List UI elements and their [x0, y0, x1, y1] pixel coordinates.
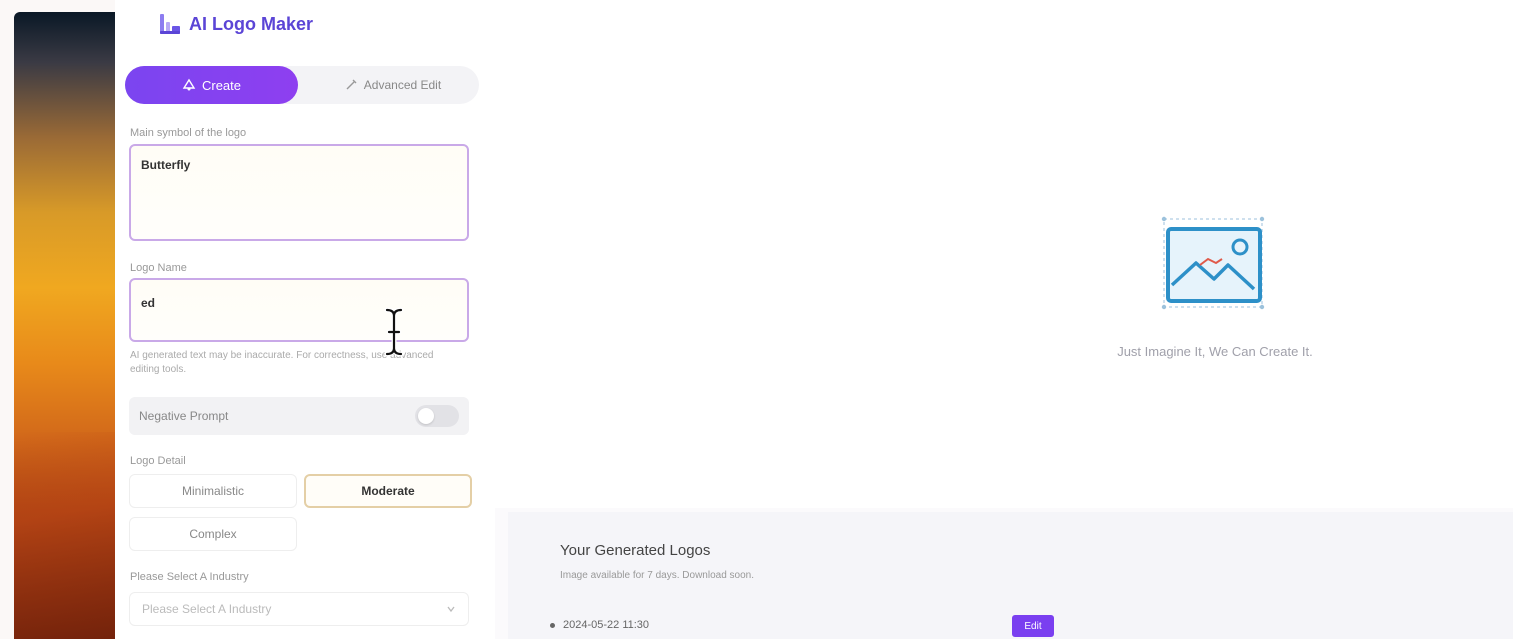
create-tab[interactable]: Create — [125, 66, 298, 104]
create-label: Create — [201, 77, 242, 93]
negative-prompt-row: Negative Prompt — [129, 397, 469, 435]
desktop-wallpaper — [14, 12, 115, 639]
generated-title: Your Generated Logos — [560, 542, 711, 559]
detail-option-minimalistic[interactable]: Minimalistic — [129, 474, 297, 508]
generated-logos-panel: Your Generated Logos Image available for… — [508, 512, 1513, 639]
subject-textarea[interactable]: Butterfly — [129, 144, 469, 241]
toggle-knob — [418, 408, 434, 424]
detail-option-moderate[interactable]: Moderate — [304, 474, 472, 508]
hint-text: AI generated text may be inaccurate. For… — [130, 350, 434, 375]
mode-toggle: Create Advanced Edit — [125, 66, 479, 104]
logo-name-label: Logo Name — [130, 262, 187, 274]
industry-placeholder: Please Select A Industry — [142, 602, 272, 616]
subject-label: Main symbol of the logo — [130, 127, 247, 139]
advanced-edit-icon — [346, 79, 357, 90]
app-title: AI Logo Maker — [189, 13, 314, 34]
create-icon — [182, 78, 196, 91]
industry-label: Please Select A Industry — [130, 571, 249, 583]
logo-detail-label: Logo Detail — [130, 455, 186, 467]
bullet — [550, 622, 555, 628]
generated-subtitle: Image available for 7 days. Download soo… — [560, 570, 755, 581]
chevron-down-icon — [447, 606, 455, 613]
negative-prompt-toggle[interactable] — [415, 405, 459, 427]
preview-panel: Just Imagine It, We Can Create It. — [495, 0, 1513, 508]
generated-entry-date: 2024-05-22 11:30 — [550, 619, 649, 631]
logo-maker-icon — [160, 14, 180, 34]
main-area: Just Imagine It, We Can Create It. Your … — [495, 0, 1513, 639]
edit-badge[interactable]: Edit — [1012, 615, 1054, 637]
sidebar: AI Logo Maker Create Advanced Edit Main … — [115, 0, 495, 639]
entry-date-text: 2024-05-22 11:30 — [563, 619, 650, 631]
detail-option-complex[interactable]: Complex — [129, 517, 297, 551]
advanced-edit-tab[interactable]: Advanced Edit — [310, 66, 475, 104]
preview-empty-text: Just Imagine It, We Can Create It. — [1117, 344, 1313, 359]
text-cursor-icon — [384, 307, 404, 357]
brand: AI Logo Maker — [159, 12, 313, 36]
negative-prompt-label: Negative Prompt — [139, 409, 229, 423]
industry-select[interactable]: Please Select A Industry — [129, 592, 469, 626]
advanced-edit-label: Advanced Edit — [363, 78, 442, 92]
image-placeholder-icon — [1161, 216, 1265, 310]
logo-name-input[interactable]: ed — [129, 278, 469, 342]
